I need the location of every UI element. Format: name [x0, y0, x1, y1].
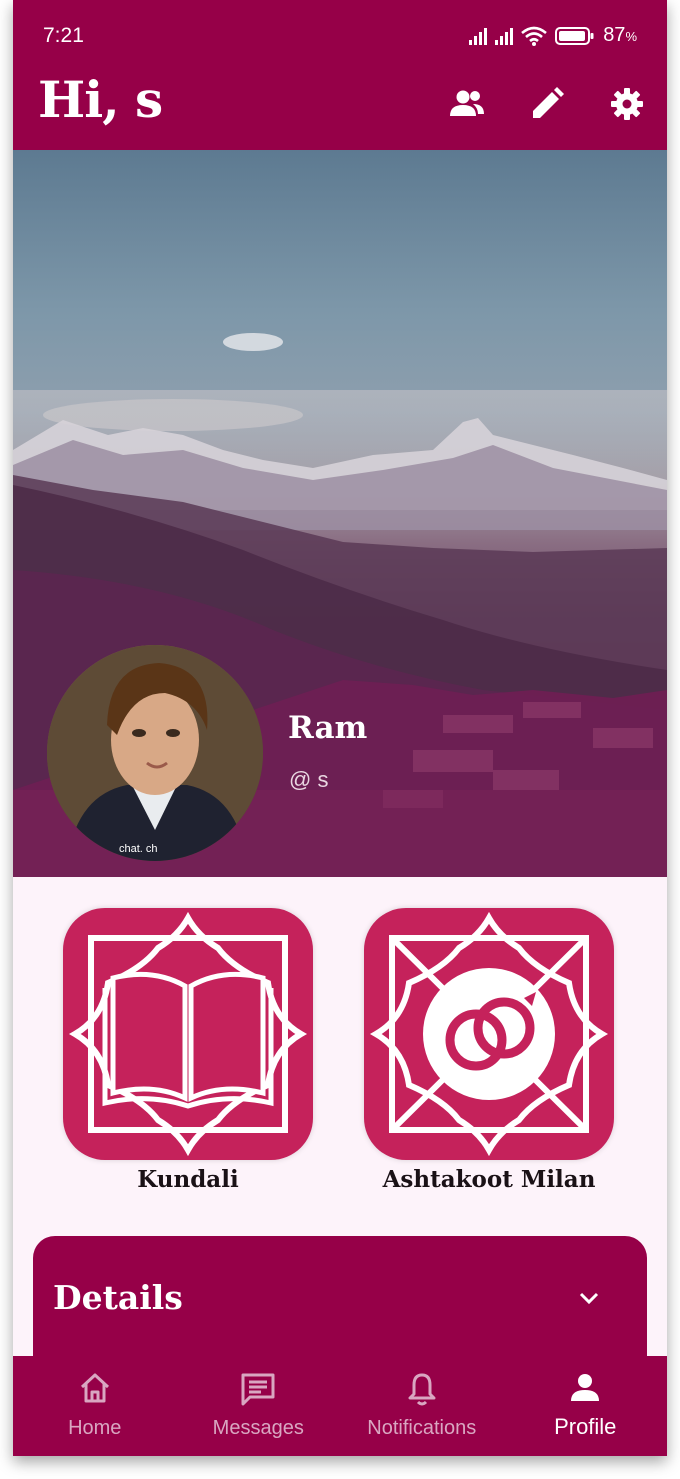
- ashtakoot-milan-label: Ashtakoot Milan: [382, 1166, 596, 1193]
- kundali-label: Kundali: [137, 1166, 239, 1193]
- avatar[interactable]: chat. ch: [47, 645, 263, 861]
- book-icon: [63, 908, 313, 1160]
- nav-messages[interactable]: Messages: [177, 1356, 341, 1456]
- signal-icon: [469, 27, 488, 45]
- people-icon[interactable]: [447, 84, 487, 124]
- gear-icon[interactable]: [607, 84, 647, 124]
- wifi-icon: [521, 26, 548, 46]
- bell-icon: [408, 1373, 436, 1406]
- nav-profile-label: Profile: [554, 1414, 617, 1439]
- signal-icon: [495, 27, 514, 45]
- nav-notifications[interactable]: Notifications: [340, 1356, 504, 1456]
- nav-profile[interactable]: Profile: [504, 1356, 668, 1456]
- battery-unit: %: [625, 29, 637, 44]
- portrait-illustration: [47, 645, 263, 861]
- rings-icon: [364, 908, 614, 1160]
- battery-level: 87: [603, 24, 626, 46]
- messages-icon: [241, 1373, 275, 1406]
- nav-home[interactable]: Home: [13, 1356, 177, 1456]
- nav-notifications-label: Notifications: [367, 1417, 477, 1439]
- ashtakoot-milan-tile[interactable]: Ashtakoot Milan: [362, 908, 616, 1193]
- nav-home-label: Home: [68, 1417, 122, 1439]
- avatar-caption: chat. ch: [119, 843, 158, 855]
- nav-messages-label: Messages: [212, 1417, 304, 1439]
- chevron-down-icon[interactable]: [577, 1286, 601, 1310]
- cover-image: chat. ch Ram @ s: [13, 150, 667, 877]
- status-time: 7:21: [43, 24, 84, 47]
- edit-icon[interactable]: [527, 84, 567, 124]
- details-title: Details: [53, 1278, 183, 1317]
- battery-icon: [555, 26, 594, 45]
- app-screen: 7:21 87% Hi, s chat. ch Ram @ s Kundali …: [13, 0, 667, 1456]
- home-icon: [80, 1373, 109, 1403]
- bottom-navigation: Home Messages Notifications Profile: [13, 1356, 667, 1456]
- greeting-title: Hi, s: [38, 70, 163, 129]
- status-icons: 87%: [469, 24, 637, 47]
- kundali-tile[interactable]: Kundali: [61, 908, 315, 1193]
- profile-name: Ram: [288, 710, 368, 746]
- person-icon: [571, 1374, 600, 1401]
- top-app-bar: 7:21 87% Hi, s: [13, 0, 667, 150]
- profile-handle: @ s: [289, 767, 329, 792]
